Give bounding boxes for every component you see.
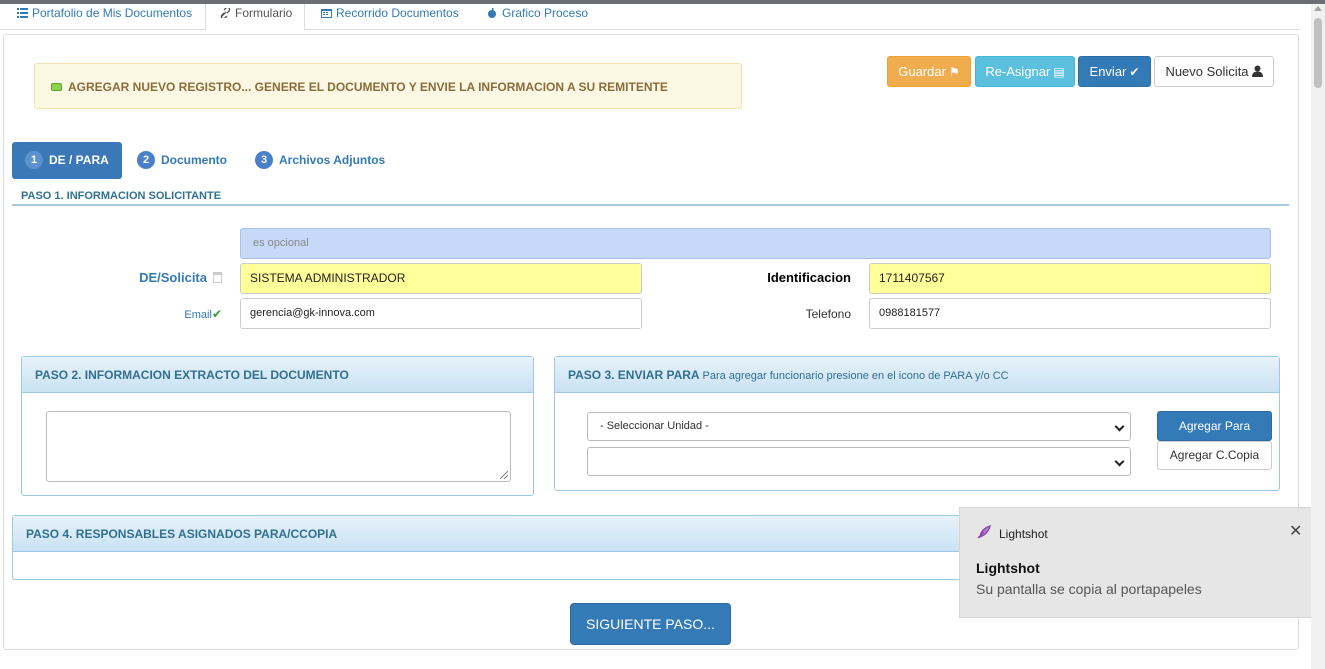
paso4-title: PASO 4. RESPONSABLES ASIGNADOS PARA/CCOP… — [13, 516, 971, 552]
step-label: Archivos Adjuntos — [279, 153, 386, 167]
apple-icon — [488, 8, 496, 18]
email-field[interactable]: gerencia@gk-innova.com — [240, 298, 642, 329]
unidad-select-value: - Seleccionar Unidad - — [600, 420, 709, 432]
de-solicita-field[interactable]: SISTEMA ADMINISTRADOR — [240, 263, 642, 294]
step-number: 2 — [137, 151, 155, 169]
tab-recorrido[interactable]: Recorrido Documentos — [321, 4, 459, 31]
paso2-title: PASO 2. INFORMACION EXTRACTO DEL DOCUMEN… — [22, 357, 533, 393]
feather-icon — [977, 525, 991, 539]
nuevo-label: Nuevo Solicita — [1165, 64, 1249, 79]
step-label: Documento — [161, 153, 227, 167]
de-label-text: DE/Solicita — [139, 270, 207, 285]
tab-formulario[interactable]: Formulario — [205, 4, 306, 31]
calendar-icon — [321, 9, 332, 18]
step-de-para[interactable]: 1 DE / PARA — [12, 142, 122, 179]
step-label: DE / PARA — [49, 153, 109, 167]
optional-input[interactable]: es opcional — [240, 228, 1271, 259]
step-archivos-adjuntos[interactable]: 3 Archivos Adjuntos — [255, 142, 385, 179]
telefono-field[interactable]: 0988181577 — [869, 298, 1271, 329]
tab-portafolio[interactable]: Portafolio de Mis Documentos — [17, 4, 192, 31]
enviar-button[interactable]: Enviar ✔ — [1078, 56, 1151, 87]
tab-label: Recorrido Documentos — [336, 6, 459, 20]
de-solicita-label: DE/Solicita — [120, 270, 222, 285]
tab-grafico[interactable]: Grafico Proceso — [487, 4, 588, 31]
email-label-text: Email — [184, 309, 212, 321]
agregar-para-button[interactable]: Agregar Para — [1157, 411, 1272, 441]
identificacion-label: Identificacion — [767, 270, 851, 285]
check-icon: ✔ — [211, 307, 222, 321]
chevron-down-icon — [1114, 456, 1125, 467]
close-icon[interactable]: ✕ — [1289, 524, 1302, 540]
notification-title: Lightshot — [976, 560, 1040, 576]
funcionario-select[interactable] — [587, 447, 1131, 476]
notification-message: Su pantalla se copia al portapapeles — [976, 581, 1202, 597]
trash-icon[interactable] — [213, 272, 222, 283]
tab-label: Grafico Proceso — [502, 6, 589, 20]
list-icon — [17, 8, 28, 18]
section-divider — [12, 204, 1289, 206]
chevron-down-icon — [1114, 421, 1125, 432]
step-documento[interactable]: 2 Documento — [137, 142, 227, 179]
status-square-icon — [51, 83, 62, 91]
page-scrollbar[interactable] — [1311, 4, 1325, 669]
notification-app-name: Lightshot — [999, 527, 1048, 541]
tab-bar: Portafolio de Mis Documentos Formulario … — [0, 4, 1300, 31]
telefono-label: Telefono — [805, 307, 851, 321]
guardar-label: Guardar — [898, 64, 946, 79]
guardar-button[interactable]: Guardar ⚑ — [887, 56, 971, 87]
paso2-panel: PASO 2. INFORMACION EXTRACTO DEL DOCUMEN… — [21, 356, 534, 496]
email-label: Email✔ — [140, 307, 222, 321]
paso3-panel: PASO 3. ENVIAR PARA Para agregar funcion… — [554, 356, 1280, 491]
agregar-copia-button[interactable]: Agregar C.Copia — [1157, 441, 1272, 470]
enviar-label: Enviar — [1089, 64, 1127, 79]
paso3-header: PASO 3. ENVIAR PARA Para agregar funcion… — [555, 357, 1279, 393]
link-icon — [220, 8, 231, 18]
document-icon: ▤ — [1053, 65, 1065, 79]
tab-label: Portafolio de Mis Documentos — [32, 6, 193, 20]
nuevo-solicita-button[interactable]: Nuevo Solicita — [1154, 56, 1274, 87]
check-icon: ✔ — [1129, 65, 1140, 79]
reasignar-label: Re-Asignar — [985, 64, 1051, 79]
extracto-textarea[interactable] — [46, 411, 511, 482]
tab-label: Formulario — [235, 6, 293, 20]
scroll-up-icon[interactable] — [1314, 6, 1322, 11]
identificacion-field[interactable]: 1711407567 — [869, 263, 1271, 294]
resize-grip-icon[interactable] — [500, 471, 508, 479]
paso4-panel: PASO 4. RESPONSABLES ASIGNADOS PARA/CCOP… — [12, 515, 972, 580]
lightshot-notification: Lightshot ✕ Lightshot Su pantalla se cop… — [959, 507, 1325, 618]
alert-text: AGREGAR NUEVO REGISTRO... GENERE EL DOCU… — [68, 80, 668, 94]
siguiente-paso-button[interactable]: SIGUIENTE PASO... — [570, 603, 731, 645]
unidad-select[interactable]: - Seleccionar Unidad - — [587, 412, 1131, 441]
paso1-title: PASO 1. INFORMACION SOLICITANTE — [21, 190, 222, 202]
paso3-hint: Para agregar funcionario presione en el … — [702, 370, 1009, 382]
info-alert: AGREGAR NUEVO REGISTRO... GENERE EL DOCU… — [34, 63, 742, 109]
step-number: 1 — [25, 151, 43, 169]
paso3-title: PASO 3. ENVIAR PARA — [568, 368, 700, 382]
user-icon — [1251, 65, 1263, 77]
reasignar-button[interactable]: Re-Asignar ▤ — [975, 56, 1075, 87]
step-number: 3 — [255, 151, 273, 169]
save-icon: ⚑ — [948, 65, 960, 79]
scroll-thumb[interactable] — [1314, 18, 1322, 88]
